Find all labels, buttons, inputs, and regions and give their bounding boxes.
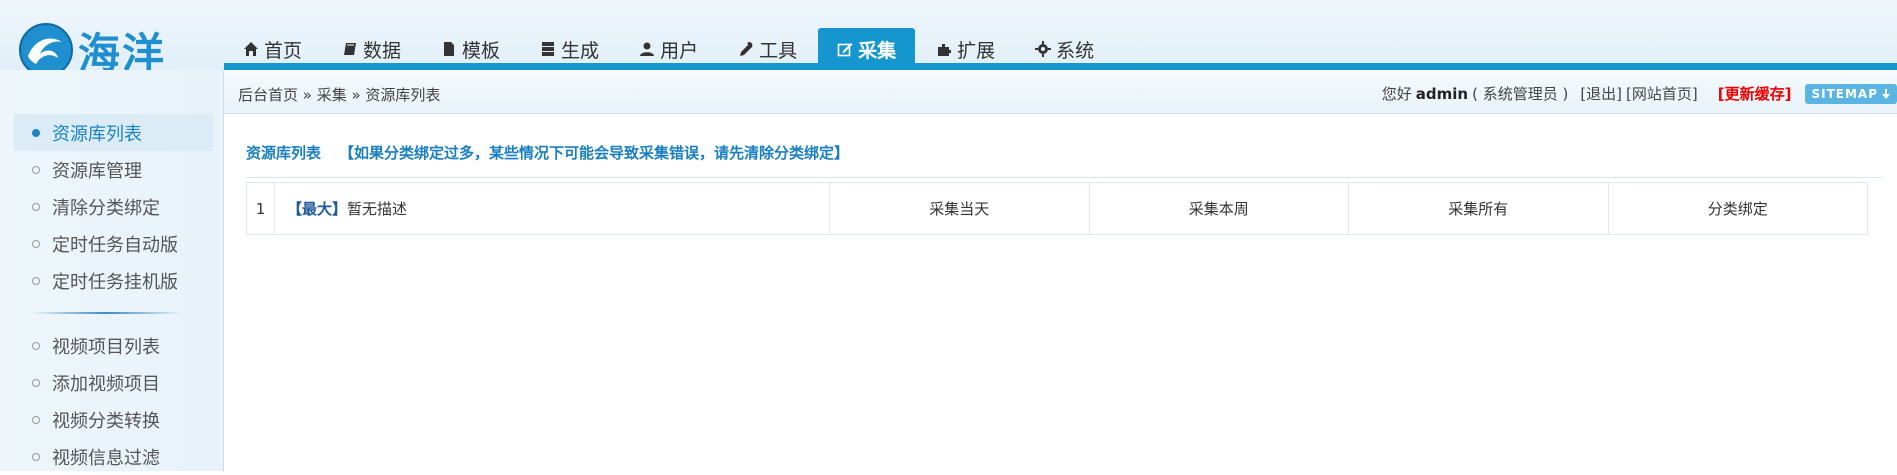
wrench-icon xyxy=(740,42,753,56)
breadcrumb: 后台首页 » 采集 » 资源库列表 xyxy=(238,86,441,104)
sidebar-item-video-category-convert[interactable]: 视频分类转换 xyxy=(14,401,213,438)
collect-week-link[interactable]: 采集本周 xyxy=(1088,182,1349,235)
sidebar-item-video-projects[interactable]: 视频项目列表 xyxy=(14,327,213,364)
sidebar-item-label: 资源库管理 xyxy=(52,160,142,182)
sitemap-button[interactable]: SITEMAP xyxy=(1805,83,1897,104)
home-icon xyxy=(244,42,258,56)
nav-divider xyxy=(224,63,1897,70)
bullet-icon xyxy=(32,129,40,137)
file-icon xyxy=(444,42,455,56)
sidebar-item-add-video-project[interactable]: 添加视频项目 xyxy=(14,364,213,401)
edit-icon xyxy=(837,43,853,57)
row-number: 1 xyxy=(246,182,275,235)
username: admin xyxy=(1415,84,1469,103)
nav-data-label: 数据 xyxy=(363,39,402,62)
sidebar-item-timer-hangup[interactable]: 定时任务挂机版 xyxy=(14,262,213,299)
site-home-link[interactable]: [网站首页] xyxy=(1626,83,1698,104)
resource-name[interactable]: 【最大】 xyxy=(287,200,347,218)
nav-template-label: 模板 xyxy=(462,39,501,62)
sidebar-item-label: 定时任务挂机版 xyxy=(52,271,178,293)
collect-all-link[interactable]: 采集所有 xyxy=(1348,182,1609,235)
resource-desc: 暂无描述 xyxy=(347,200,408,218)
bullet-icon xyxy=(32,342,40,350)
sidebar-item-label: 资源库列表 xyxy=(52,123,142,145)
sidebar-item-clear-binding[interactable]: 清除分类绑定 xyxy=(14,188,213,225)
greeting: 您好 xyxy=(1381,85,1412,103)
book-icon xyxy=(344,43,357,55)
sidebar-item-label: 清除分类绑定 xyxy=(52,197,160,219)
server-icon xyxy=(542,42,555,56)
table-row: 1 【最大】暂无描述 采集当天 采集本周 采集所有 分类绑定 xyxy=(246,182,1868,235)
bullet-icon xyxy=(32,453,40,461)
sidebar-item-resource-list[interactable]: 资源库列表 xyxy=(14,114,213,151)
sidebar-item-label: 添加视频项目 xyxy=(52,373,160,395)
bullet-icon xyxy=(32,203,40,211)
sidebar-item-timer-auto[interactable]: 定时任务自动版 xyxy=(14,225,213,262)
sidebar-item-label: 定时任务自动版 xyxy=(52,234,178,256)
page-title: 资源库列表 xyxy=(246,144,322,162)
refresh-cache-link[interactable]: [更新缓存] xyxy=(1718,83,1792,104)
bullet-icon xyxy=(32,240,40,248)
sitemap-label: SITEMAP xyxy=(1811,86,1878,101)
bullet-icon xyxy=(32,166,40,174)
user-role: ( 系统管理员 ) xyxy=(1472,85,1569,103)
top-header: 海洋 首页 数据 模板 生成 用户 工具 采集 扩展 系统 xyxy=(0,0,1897,78)
resource-table: 1 【最大】暂无描述 采集当天 采集本周 采集所有 分类绑定 xyxy=(246,182,1868,235)
sidebar-item-resource-manage[interactable]: 资源库管理 xyxy=(14,151,213,188)
sidebar-item-video-info-filter[interactable]: 视频信息过滤 xyxy=(14,438,213,475)
nav-tools-label: 工具 xyxy=(759,39,798,62)
nav-collect-label: 采集 xyxy=(858,39,897,62)
content-header: 资源库列表 【如果分类绑定过多，某些情况下可能会导致采集错误，请先清除分类绑定】 xyxy=(246,132,1882,178)
main-nav: 首页 数据 模板 生成 用户 工具 采集 扩展 系统 xyxy=(224,0,1115,70)
sidebar-item-label: 视频分类转换 xyxy=(52,410,160,432)
bullet-icon xyxy=(32,277,40,285)
logout-link[interactable]: [退出] xyxy=(1580,83,1622,104)
sidebar: 资源库列表 资源库管理 清除分类绑定 定时任务自动版 定时任务挂机版 视频项目列… xyxy=(0,70,224,471)
warning-notice: 【如果分类绑定过多，某些情况下可能会导致采集错误，请先清除分类绑定】 xyxy=(339,144,850,162)
bullet-icon xyxy=(32,379,40,387)
main-content: 资源库列表 【如果分类绑定过多，某些情况下可能会导致采集错误，请先清除分类绑定】… xyxy=(224,114,1897,471)
user-info: 您好 admin ( 系统管理员 ) [退出] [网站首页] [更新缓存] SI… xyxy=(1382,83,1897,104)
nav-generate-label: 生成 xyxy=(561,39,600,62)
sidebar-item-label: 视频信息过滤 xyxy=(52,447,160,469)
breadcrumb-bar: 后台首页 » 采集 » 资源库列表 您好 admin ( 系统管理员 ) [退出… xyxy=(224,70,1897,114)
puzzle-icon xyxy=(938,44,952,56)
bullet-icon xyxy=(32,416,40,424)
nav-home-label: 首页 xyxy=(264,39,303,62)
nav-extend-label: 扩展 xyxy=(957,39,996,62)
arrow-down-icon xyxy=(1882,88,1890,99)
user-icon xyxy=(640,42,655,56)
sidebar-header xyxy=(0,70,223,114)
gear-icon xyxy=(1035,41,1052,57)
category-bind-link[interactable]: 分类绑定 xyxy=(1607,182,1868,235)
sidebar-item-label: 视频项目列表 xyxy=(52,336,160,358)
row-description: 【最大】暂无描述 xyxy=(274,182,830,235)
nav-system-label: 系统 xyxy=(1056,39,1095,62)
nav-user-label: 用户 xyxy=(660,39,699,62)
collect-today-link[interactable]: 采集当天 xyxy=(829,182,1090,235)
sidebar-divider xyxy=(30,312,183,314)
